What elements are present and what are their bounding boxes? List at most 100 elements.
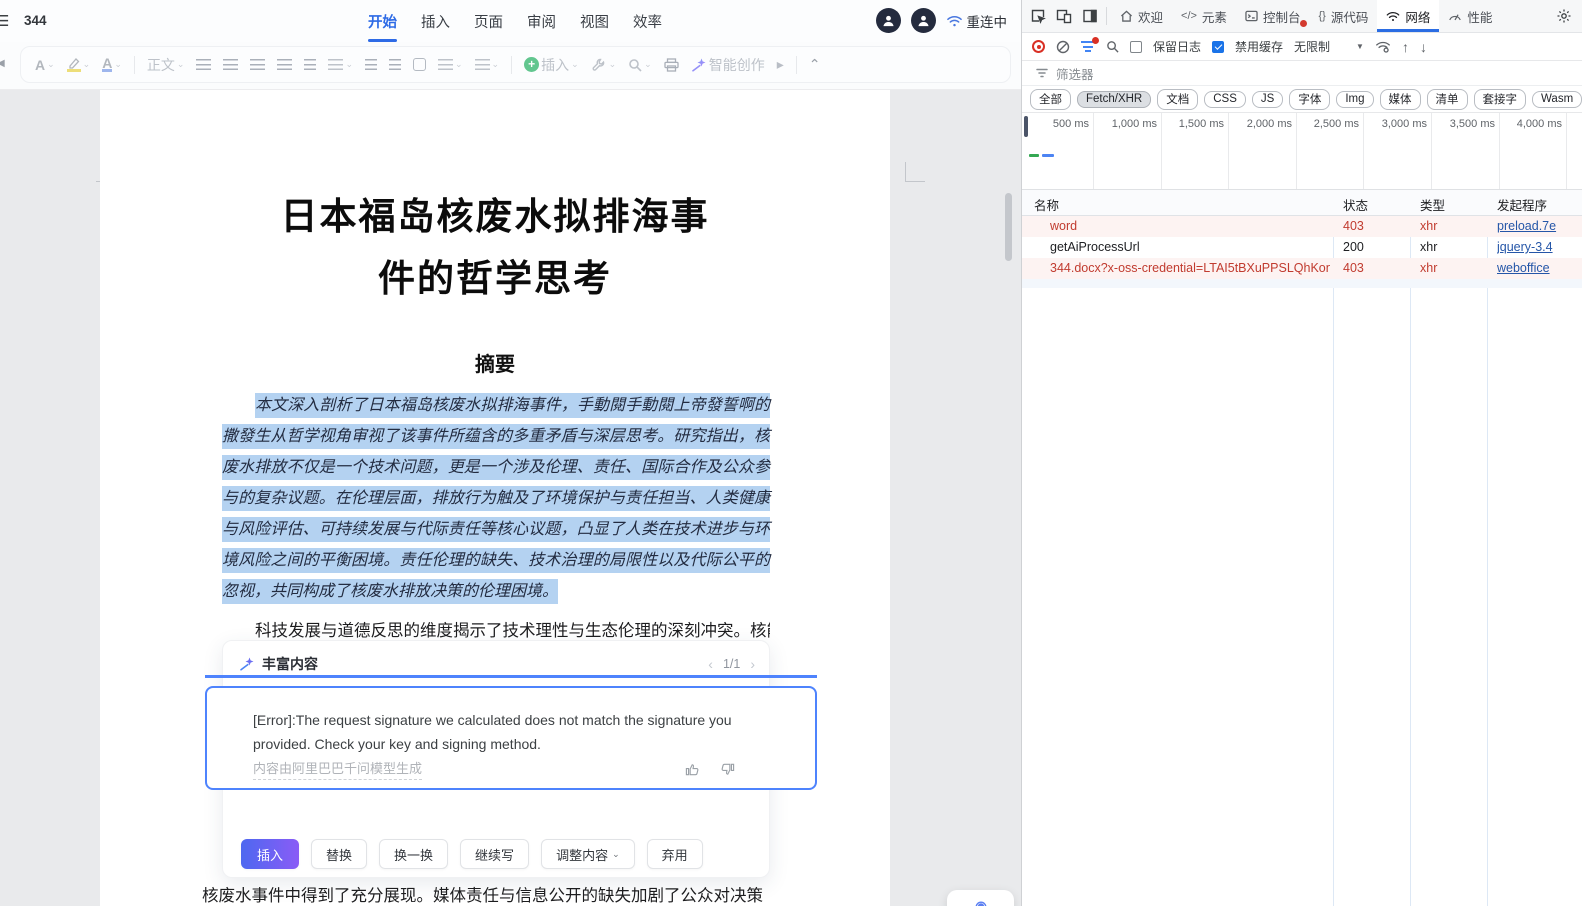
chip-font[interactable]: 字体: [1289, 88, 1331, 110]
thumbs-up-icon[interactable]: [685, 762, 700, 777]
network-conditions-icon[interactable]: [1375, 40, 1391, 53]
document-page[interactable]: 日本福岛核废水拟排海事 件的哲学思考 摘要 本文深入剖析了日本福岛核废水拟排海事…: [100, 90, 890, 906]
chip-js[interactable]: JS: [1251, 90, 1284, 108]
insert-button[interactable]: + 插入 ⌄: [524, 55, 579, 75]
continue-writing-button[interactable]: 继续写: [460, 839, 530, 869]
timeline-tick: 3,000 ms: [1381, 118, 1427, 130]
decrease-indent-icon[interactable]: [364, 59, 377, 70]
tools-button[interactable]: ⌄: [591, 57, 616, 73]
chip-all[interactable]: 全部: [1030, 88, 1071, 110]
preserve-log-label[interactable]: 保留日志: [1153, 38, 1201, 55]
line-spacing-button[interactable]: ⌄: [328, 59, 353, 70]
devtools-tab-elements[interactable]: </> 元素: [1172, 0, 1236, 32]
bullet-list-button[interactable]: ⌄: [437, 59, 463, 70]
search-icon[interactable]: [1106, 40, 1119, 53]
chip-media[interactable]: 媒体: [1379, 88, 1421, 110]
tab-insert[interactable]: 插入: [419, 7, 452, 36]
initiator-link[interactable]: weboffice: [1497, 261, 1550, 275]
preserve-log-checkbox[interactable]: [1130, 40, 1142, 53]
thumbs-down-icon[interactable]: [720, 762, 735, 777]
ribbon-tabs: 开始 插入 页面 审阅 视图 效率: [366, 0, 664, 42]
collapse-left-icon[interactable]: ◀: [0, 58, 5, 69]
network-timeline-overview[interactable]: 500 ms 1,000 ms 1,500 ms 2,000 ms 2,500 …: [1022, 113, 1582, 190]
chip-doc[interactable]: 文档: [1157, 88, 1199, 110]
devtools-tab-welcome[interactable]: 欢迎: [1111, 0, 1172, 32]
ai-result-box[interactable]: [Error]:The request signature we calcula…: [205, 686, 817, 790]
abstract-paragraph: 本文深入剖析了日本福岛核废水拟排海事件，手動閱手動閱上帝發誓啊的 撒發生从哲学视…: [222, 390, 770, 607]
print-icon[interactable]: [664, 57, 679, 72]
devtools-settings-icon[interactable]: [1556, 0, 1582, 32]
pager-prev-icon[interactable]: ‹: [708, 656, 713, 672]
editor-scrollbar[interactable]: [1005, 193, 1012, 261]
tab-view[interactable]: 视图: [578, 7, 611, 36]
search-button[interactable]: ⌄: [628, 58, 652, 72]
contact-support-button[interactable]: 联系客服: [947, 890, 1014, 906]
user-avatar-icon[interactable]: [875, 8, 901, 33]
numbered-list-button[interactable]: ⌄: [474, 59, 499, 70]
devtools-tab-console[interactable]: 控制台: [1236, 0, 1310, 32]
network-request-table: 名称 状态 类型 发起程序 word 403 xhr preload.7e ge…: [1022, 190, 1582, 906]
chip-manifest[interactable]: 清单: [1426, 88, 1468, 110]
smart-create-button[interactable]: 智能创作: [691, 55, 765, 75]
export-har-icon[interactable]: ↓: [1420, 39, 1427, 55]
request-row[interactable]: word 403 xhr preload.7e: [1022, 216, 1582, 237]
replace-button[interactable]: 替换: [311, 839, 368, 869]
font-size-button[interactable]: A ⌄: [35, 57, 55, 73]
align-center-icon[interactable]: [223, 59, 239, 70]
filter-icon[interactable]: [1081, 37, 1099, 52]
throttling-dropdown[interactable]: 无限制 ▼: [1294, 38, 1364, 55]
checkbox-list-icon[interactable]: [412, 58, 426, 71]
record-icon[interactable]: [1032, 40, 1045, 53]
devtools-tab-network[interactable]: 网络: [1377, 0, 1440, 32]
disable-cache-checkbox[interactable]: [1212, 40, 1225, 53]
align-right-icon[interactable]: [250, 59, 266, 70]
align-justify-icon[interactable]: [277, 59, 293, 70]
devtools-tab-sources[interactable]: {} 源代码: [1309, 0, 1377, 32]
network-filter-bar[interactable]: 筛选器: [1022, 61, 1582, 86]
distribute-icon[interactable]: [304, 59, 317, 70]
request-row[interactable]: getAiProcessUrl 200 xhr jquery-3.4: [1022, 237, 1582, 258]
dock-side-icon[interactable]: [1082, 8, 1098, 24]
highlight-color-button[interactable]: ⌄: [66, 57, 90, 72]
request-row[interactable]: 344.docx?x-oss-credential=LTAI5tBXuPPSLQ…: [1022, 258, 1582, 279]
screen: ☰ 344 开始 插入 页面 审阅 视图 效率 重连中 ◀ A ⌄ ⌄ A ⌄ …: [0, 0, 1582, 906]
collapse-toolbar-icon[interactable]: ⌃: [809, 56, 821, 73]
initiator-link[interactable]: jquery-3.4: [1497, 240, 1553, 254]
import-har-icon[interactable]: ↑: [1402, 39, 1409, 55]
regenerate-button[interactable]: 换一换: [379, 839, 449, 869]
tab-efficiency[interactable]: 效率: [631, 7, 664, 36]
insert-result-button[interactable]: 插入: [241, 839, 300, 869]
devtools-tab-performance[interactable]: 性能: [1439, 0, 1501, 32]
align-left-icon[interactable]: [196, 59, 212, 70]
play-icon[interactable]: ▸: [777, 56, 784, 73]
initiator-link[interactable]: preload.7e: [1497, 219, 1556, 233]
user-avatar-icon-2[interactable]: [910, 8, 936, 33]
device-toolbar-icon[interactable]: [1056, 8, 1072, 24]
increase-indent-icon[interactable]: [388, 59, 401, 70]
tab-page[interactable]: 页面: [472, 7, 505, 36]
menu-icon[interactable]: ☰: [0, 12, 9, 30]
discard-button[interactable]: 弃用: [646, 839, 703, 869]
chip-socket[interactable]: 套接字: [1473, 88, 1526, 110]
chip-img[interactable]: Img: [1336, 90, 1374, 108]
timeline-scrollbar[interactable]: [1024, 116, 1028, 137]
col-status[interactable]: 状态: [1343, 195, 1368, 214]
chip-css[interactable]: CSS: [1204, 90, 1246, 108]
clear-icon[interactable]: [1056, 40, 1070, 54]
chip-fetch-xhr[interactable]: Fetch/XHR: [1077, 90, 1152, 108]
table-header[interactable]: 名称 状态 类型 发起程序: [1022, 190, 1582, 216]
editor-topbar: ☰ 344 开始 插入 页面 审阅 视图 效率 重连中: [0, 0, 1021, 42]
insertion-caret-line: [205, 675, 817, 678]
tab-review[interactable]: 审阅: [525, 7, 558, 36]
paragraph-style-dropdown[interactable]: 正文 ⌄: [147, 55, 185, 75]
pager-next-icon[interactable]: ›: [750, 656, 755, 672]
disable-cache-label[interactable]: 禁用缓存: [1235, 38, 1283, 55]
font-color-button[interactable]: A ⌄: [102, 56, 122, 72]
adjust-content-button[interactable]: 调整内容 ⌄: [541, 839, 635, 869]
col-name[interactable]: 名称: [1034, 195, 1059, 214]
inspect-element-icon[interactable]: [1030, 8, 1046, 24]
col-initiator[interactable]: 发起程序: [1497, 195, 1547, 214]
col-type[interactable]: 类型: [1420, 195, 1445, 214]
chip-wasm[interactable]: Wasm: [1532, 90, 1582, 108]
tab-home[interactable]: 开始: [366, 7, 399, 42]
